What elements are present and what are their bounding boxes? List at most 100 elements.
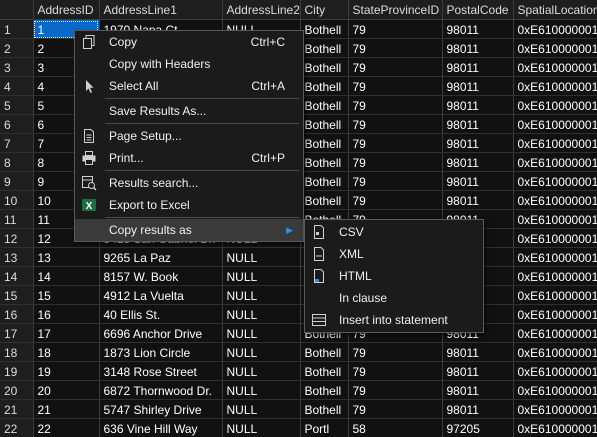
postal-code-cell[interactable]: 98011 [442, 380, 514, 400]
state-province-id-cell[interactable]: 79 [348, 114, 443, 134]
spatial-location-cell[interactable]: 0xE6100000010 [513, 342, 597, 362]
menu-item-select-all[interactable]: Select All Ctrl+A [75, 75, 303, 97]
address-id-cell[interactable]: 16 [33, 304, 100, 324]
address-line1-cell[interactable]: 9265 La Paz [99, 247, 223, 267]
address-id-cell[interactable]: 15 [33, 285, 100, 305]
row-number[interactable]: 1 [0, 19, 34, 39]
menu-item-page-setup[interactable]: Page Setup... [75, 125, 303, 147]
row-number[interactable]: 8 [0, 152, 34, 172]
city-header[interactable]: City [300, 0, 349, 20]
state-province-id-cell[interactable]: 79 [348, 38, 443, 58]
address-id-cell[interactable]: 22 [33, 418, 100, 437]
spatial-location-cell[interactable]: 0xE6100000010 [513, 361, 597, 381]
spatial-location-cell[interactable]: 0xE6100000010 [513, 380, 597, 400]
postal-code-cell[interactable]: 98011 [442, 133, 514, 153]
row-number[interactable]: 9 [0, 171, 34, 191]
postal-code-cell[interactable]: 98011 [442, 190, 514, 210]
state-province-id-cell[interactable]: 79 [348, 95, 443, 115]
spatial-location-cell[interactable]: 0xE6100000010 [513, 247, 597, 267]
menu-item-html[interactable]: HTML [305, 265, 483, 287]
postal-code-cell[interactable]: 97205 [442, 418, 514, 437]
table-row[interactable]: 15154912 La VueltaNULLBothell79980110xE6… [0, 285, 597, 305]
city-cell[interactable]: Bothell [300, 95, 349, 115]
spatial-location-cell[interactable]: 0xE6100000010 [513, 152, 597, 172]
row-number[interactable]: 2 [0, 38, 34, 58]
menu-item-csv[interactable]: CSV [305, 221, 483, 243]
postal-code-header[interactable]: PostalCode [442, 0, 514, 20]
address-id-header[interactable]: AddressID [33, 0, 100, 20]
postal-code-cell[interactable]: 98011 [442, 152, 514, 172]
spatial-location-cell[interactable]: 0xE6100000010 [513, 228, 597, 248]
row-number[interactable]: 16 [0, 304, 34, 324]
postal-code-cell[interactable]: 98011 [442, 342, 514, 362]
spatial-location-cell[interactable]: 0xE6100000010 [513, 418, 597, 437]
address-line2-cell[interactable]: NULL [222, 399, 301, 419]
state-province-id-cell[interactable]: 79 [348, 190, 443, 210]
spatial-location-cell[interactable]: 0xE6100000010 [513, 323, 597, 343]
state-province-id-cell[interactable]: 79 [348, 361, 443, 381]
spatial-location-cell[interactable]: 0xE6100000010 [513, 95, 597, 115]
city-cell[interactable]: Bothell [300, 38, 349, 58]
address-line2-cell[interactable]: NULL [222, 266, 301, 286]
spatial-location-cell[interactable]: 0xE6100000010 [513, 304, 597, 324]
postal-code-cell[interactable]: 98011 [442, 399, 514, 419]
row-number[interactable]: 4 [0, 76, 34, 96]
city-cell[interactable]: Bothell [300, 171, 349, 191]
address-id-cell[interactable]: 13 [33, 247, 100, 267]
city-cell[interactable]: Bothell [300, 76, 349, 96]
spatial-location-cell[interactable]: 0xE6100000010 [513, 57, 597, 77]
city-cell[interactable]: Bothell [300, 133, 349, 153]
menu-item-in-clause[interactable]: In clause [305, 287, 483, 309]
table-row[interactable]: 22 22 636 Vine Hill Way NULL Portl 58 97205 0xE… [0, 418, 597, 437]
spatial-location-cell[interactable]: 0xE6100000010 [513, 190, 597, 210]
address-line1-cell[interactable]: 40 Ellis St. [99, 304, 223, 324]
address-id-cell[interactable]: 14 [33, 266, 100, 286]
row-number[interactable]: 6 [0, 114, 34, 134]
postal-code-cell[interactable]: 98011 [442, 95, 514, 115]
row-number[interactable]: 5 [0, 95, 34, 115]
menu-item-copy-results-as[interactable]: Copy results as ▶ [75, 219, 303, 241]
state-province-id-cell[interactable]: 79 [348, 152, 443, 172]
city-cell[interactable]: Bothell [300, 114, 349, 134]
spatial-location-header[interactable]: SpatialLocation [513, 0, 597, 20]
address-line1-header[interactable]: AddressLine1 [99, 0, 223, 20]
address-line2-cell[interactable]: NULL [222, 361, 301, 381]
postal-code-cell[interactable]: 98011 [442, 76, 514, 96]
row-number[interactable]: 17 [0, 323, 34, 343]
address-line1-cell[interactable]: 636 Vine Hill Way [99, 418, 223, 437]
menu-item-results-search[interactable]: Results search... [75, 172, 303, 194]
address-line1-cell[interactable]: 6872 Thornwood Dr. [99, 380, 223, 400]
row-number[interactable]: 19 [0, 361, 34, 381]
city-cell[interactable]: Bothell [300, 361, 349, 381]
row-number[interactable]: 13 [0, 247, 34, 267]
spatial-location-cell[interactable]: 0xE6100000010 [513, 114, 597, 134]
city-cell[interactable]: Bothell [300, 152, 349, 172]
menu-item-copy[interactable]: Copy Ctrl+C [75, 31, 303, 53]
row-number[interactable]: 11 [0, 209, 34, 229]
spatial-location-cell[interactable]: 0xE6100000010 [513, 399, 597, 419]
spatial-location-cell[interactable]: 0xE6100000010 [513, 19, 597, 39]
menu-item-print[interactable]: Print... Ctrl+P [75, 147, 303, 169]
address-line2-cell[interactable]: NULL [222, 323, 301, 343]
postal-code-cell[interactable]: 98011 [442, 38, 514, 58]
state-province-id-cell[interactable]: 79 [348, 57, 443, 77]
city-cell[interactable]: Bothell [300, 190, 349, 210]
row-number[interactable]: 12 [0, 228, 34, 248]
address-line1-cell[interactable]: 5747 Shirley Drive [99, 399, 223, 419]
address-id-cell[interactable]: 21 [33, 399, 100, 419]
address-line2-header[interactable]: AddressLine2 [222, 0, 301, 20]
state-province-id-cell[interactable]: 79 [348, 342, 443, 362]
address-line1-cell[interactable]: 4912 La Vuelta [99, 285, 223, 305]
state-province-id-header[interactable]: StateProvinceID [348, 0, 443, 20]
spatial-location-cell[interactable]: 0xE6100000010 [513, 209, 597, 229]
city-cell[interactable]: Bothell [300, 19, 349, 39]
spatial-location-cell[interactable]: 0xE6100000010 [513, 171, 597, 191]
spatial-location-cell[interactable]: 0xE6100000010 [513, 133, 597, 153]
row-number[interactable]: 14 [0, 266, 34, 286]
table-row[interactable]: 13139265 La PazNULLBothell79980110xE6100… [0, 247, 597, 267]
address-id-cell[interactable]: 19 [33, 361, 100, 381]
address-line2-cell[interactable]: NULL [222, 247, 301, 267]
table-row[interactable]: 20 20 6872 Thornwood Dr. NULL Bothell 79 98011… [0, 380, 597, 400]
spatial-location-cell[interactable]: 0xE6100000010 [513, 38, 597, 58]
table-row[interactable]: 21 21 5747 Shirley Drive NULL Bothell 79 98011… [0, 399, 597, 419]
